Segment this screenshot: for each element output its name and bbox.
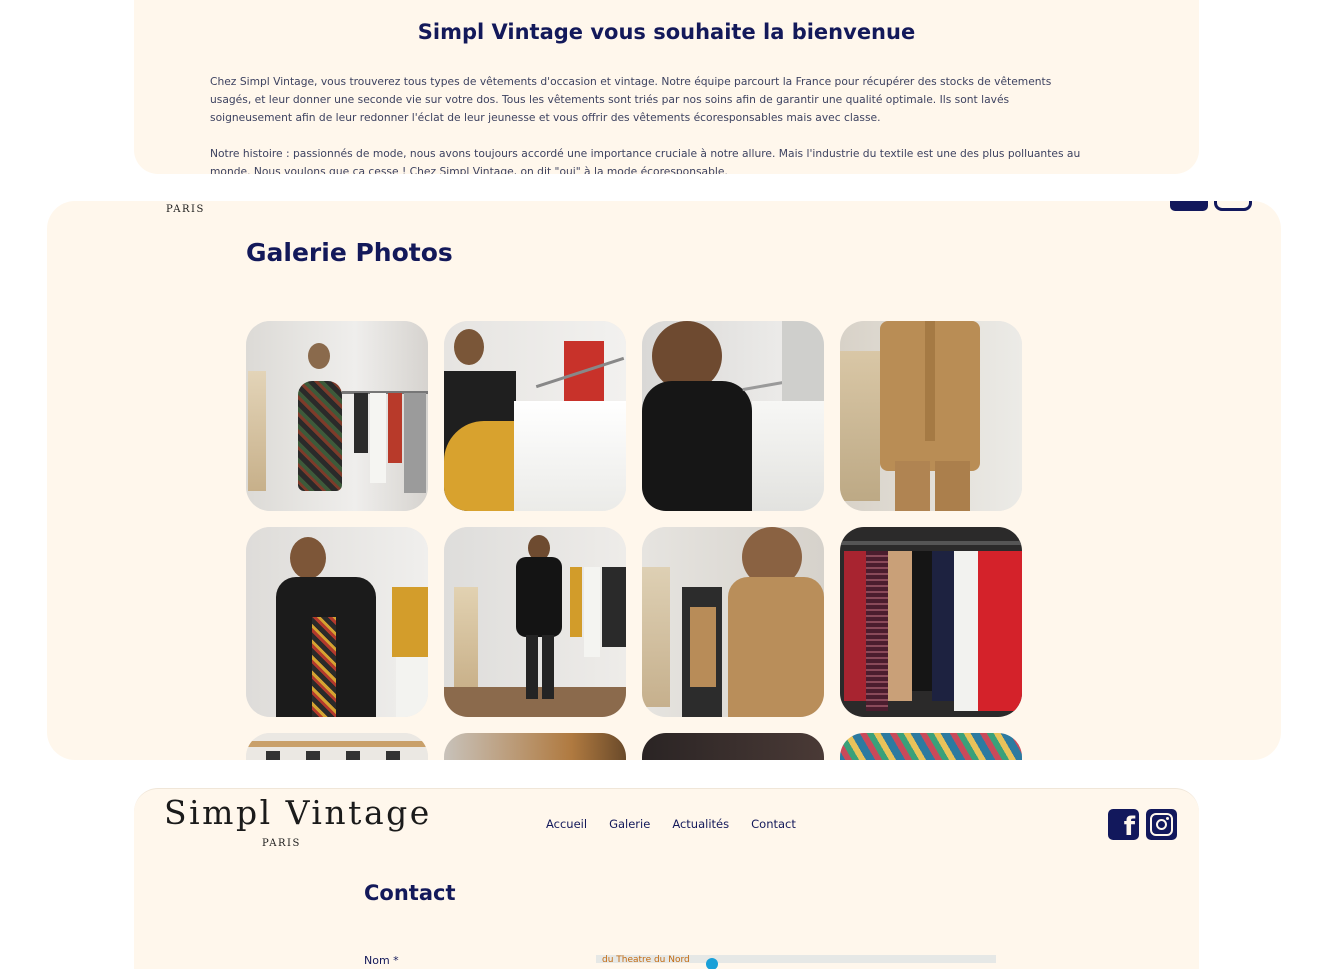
gallery-photo-10[interactable]: [444, 733, 626, 760]
gallery-photo-12[interactable]: [840, 733, 1022, 760]
gallery-photo-4[interactable]: [840, 321, 1022, 511]
welcome-paragraph: Chez Simpl Vintage, vous trouverez tous …: [210, 75, 1052, 124]
welcome-title: Simpl Vintage vous souhaite la bienvenue: [417, 20, 916, 44]
gallery-photo-6[interactable]: [444, 527, 626, 717]
gallery-section: PARIS Galerie Photos: [47, 201, 1281, 760]
social-icons-peek: [1170, 201, 1252, 211]
gallery-title: Galerie Photos: [246, 238, 453, 267]
name-field-label: Nom *: [364, 954, 399, 967]
instagram-icon[interactable]: [1146, 809, 1177, 840]
nav-galerie[interactable]: Galerie: [609, 817, 650, 831]
logo-subtitle: PARIS: [166, 204, 205, 215]
history-paragraph: Notre histoire : passionnés de mode, nou…: [210, 147, 1081, 174]
gallery-photo-1[interactable]: [246, 321, 428, 511]
instagram-icon[interactable]: [1214, 201, 1252, 211]
nav-actualites[interactable]: Actualités: [672, 817, 729, 831]
gallery-photo-11[interactable]: [642, 733, 824, 760]
social-links: f: [1108, 809, 1177, 840]
main-nav: Accueil Galerie Actualités Contact: [546, 817, 796, 831]
contact-title: Contact: [364, 881, 456, 905]
facebook-icon[interactable]: f: [1108, 809, 1139, 840]
contact-section: Simpl Vintage PARIS Accueil Galerie Actu…: [134, 788, 1199, 969]
welcome-section: Simpl Vintage vous souhaite la bienvenue…: [134, 0, 1199, 174]
map-place-label: du Theatre du Nord: [602, 955, 690, 965]
gallery-photo-9[interactable]: [246, 733, 428, 760]
brand-logo-subtitle: PARIS: [262, 838, 301, 849]
brand-logo[interactable]: Simpl Vintage: [164, 793, 432, 832]
gallery-photo-7[interactable]: [642, 527, 824, 717]
gallery-photo-8[interactable]: [840, 527, 1022, 717]
gallery-photo-5[interactable]: [246, 527, 428, 717]
nav-accueil[interactable]: Accueil: [546, 817, 587, 831]
map-pin-icon[interactable]: [706, 958, 718, 969]
gallery-photo-2[interactable]: [444, 321, 626, 511]
nav-contact[interactable]: Contact: [751, 817, 796, 831]
facebook-icon[interactable]: [1170, 201, 1208, 211]
gallery-photo-3[interactable]: [642, 321, 824, 511]
